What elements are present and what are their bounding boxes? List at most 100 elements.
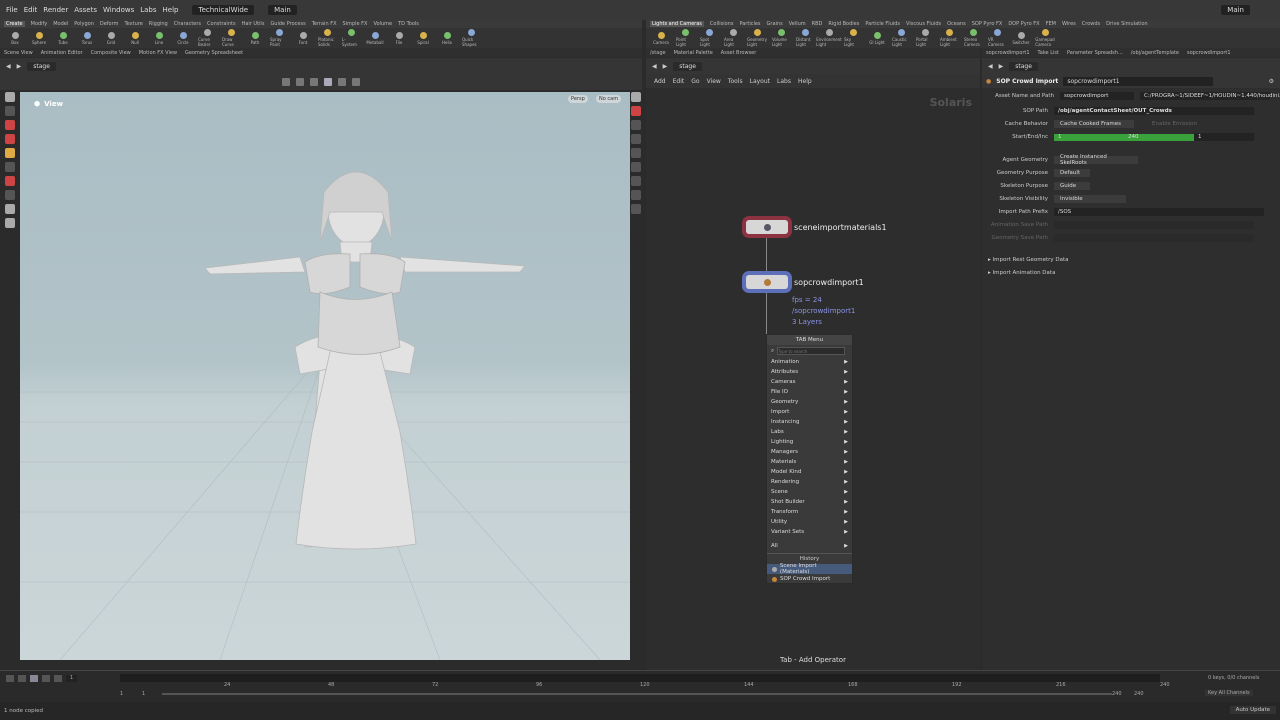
shelf-tool[interactable]: Quick Shapes (462, 29, 480, 47)
shelf-tab[interactable]: Viscous Fluids (906, 21, 941, 27)
shelf-tab[interactable]: Terrain FX (312, 21, 337, 27)
range-start[interactable]: 1 (120, 691, 123, 697)
pane-tab[interactable]: Take List (1038, 50, 1059, 56)
net-menu-add[interactable]: Add (654, 78, 666, 85)
shelf-tool[interactable]: Draw Curve (222, 29, 240, 47)
net-menu-tools[interactable]: Tools (728, 78, 743, 85)
sop-path-field[interactable]: /obj/agentContactSheet/OUT_Crowds (1054, 107, 1254, 115)
tab-menu-item[interactable]: Attributes ▶ (767, 367, 852, 377)
geometry-purpose-menu[interactable]: Default (1054, 169, 1090, 177)
shelf-tab[interactable]: Modify (31, 21, 48, 27)
end-field[interactable]: 240 (1124, 133, 1194, 141)
shelf-tool[interactable]: Area Light (724, 29, 742, 47)
back-icon[interactable]: ◀ (6, 63, 11, 70)
shelf-tab[interactable]: Drive Simulation (1106, 21, 1148, 27)
play-icon[interactable] (42, 675, 50, 682)
viewport-path[interactable]: stage (27, 61, 56, 71)
scene-viewport[interactable]: ⬢ View Persp No cam (20, 92, 630, 660)
render-region-icon[interactable] (5, 218, 15, 228)
tab-menu-item[interactable]: Shot Builder ▶ (767, 497, 852, 507)
net-menu-labs[interactable]: Labs (777, 78, 791, 85)
shelf-tab[interactable]: Particles (739, 21, 760, 27)
pane-tab[interactable]: Composite View (91, 50, 131, 56)
viewport-label[interactable]: ⬢ View (34, 100, 63, 108)
move-tool-icon[interactable] (5, 106, 15, 116)
pane-tab[interactable]: /stage (650, 50, 666, 56)
tab-menu-item[interactable]: Variant Sets ▶ (767, 527, 852, 537)
node-body[interactable] (746, 220, 788, 234)
first-frame-icon[interactable] (6, 675, 14, 682)
shelf-tool[interactable]: File (390, 31, 408, 45)
bounds-icon[interactable] (631, 190, 641, 200)
pose-icon[interactable] (296, 78, 304, 86)
shelf-tool[interactable]: Geometry Light (747, 29, 767, 47)
shelf-tab[interactable]: Grains (767, 21, 783, 27)
desktop-select[interactable]: TechnicalWide (192, 5, 255, 15)
select-tool-icon[interactable] (5, 92, 15, 102)
pane-tab[interactable]: sopcrowdimport1 (986, 50, 1030, 56)
net-menu-go[interactable]: Go (691, 78, 699, 85)
forward-icon[interactable]: ▶ (999, 63, 1004, 70)
shelf-tool[interactable]: Torus (78, 31, 96, 45)
shelf-tool[interactable]: Stereo Camera (964, 29, 982, 47)
right-context-select[interactable]: Main (1221, 5, 1250, 15)
tab-menu-item[interactable]: Instancing ▶ (767, 417, 852, 427)
node-name-field[interactable]: sopcrowdimport1 (1063, 76, 1214, 86)
rotate-tool-icon[interactable] (5, 120, 15, 130)
shelf-tool[interactable]: Spiral (414, 31, 432, 45)
shelf-tool[interactable]: Tube (54, 31, 72, 45)
prev-frame-icon[interactable] (18, 675, 26, 682)
node-body[interactable] (746, 275, 788, 289)
menu-assets[interactable]: Assets (74, 6, 97, 14)
last-frame-icon[interactable] (54, 675, 62, 682)
pane-tab[interactable]: Scene View (4, 50, 33, 56)
tab-menu-item-all[interactable]: All ▶ (767, 541, 852, 551)
shelf-tool[interactable]: Circle (174, 31, 192, 45)
shelf-tab[interactable]: Rigging (149, 21, 168, 27)
range-slider[interactable] (162, 693, 1112, 695)
tab-menu-item[interactable]: Managers ▶ (767, 447, 852, 457)
shelf-tool[interactable]: Spray Paint (270, 29, 288, 47)
tab-menu-item[interactable]: Import ▶ (767, 407, 852, 417)
menu-help[interactable]: Help (163, 6, 179, 14)
shaded-icon[interactable] (631, 134, 641, 144)
shelf-tool[interactable]: Volume Light (772, 29, 790, 47)
asset-path-field[interactable]: C:/PROGRA~1/SIDEEF~1/HOUDIN~1.440/houdin… (1140, 92, 1280, 100)
asset-name-field[interactable]: sopcrowdimport (1060, 92, 1134, 100)
net-menu-layout[interactable]: Layout (750, 78, 770, 85)
skeleton-visibility-menu[interactable]: Invisible (1054, 195, 1126, 203)
skeleton-purpose-menu[interactable]: Guide (1054, 182, 1090, 190)
shelf-tab[interactable]: Oceans (947, 21, 966, 27)
shelf-tool[interactable]: Point Light (676, 29, 694, 47)
forward-icon[interactable]: ▶ (17, 63, 22, 70)
pane-tab[interactable]: Geometry Spreadsheet (185, 50, 243, 56)
shelf-tool[interactable]: Camera (652, 31, 670, 45)
forward-icon[interactable]: ▶ (663, 63, 668, 70)
shelf-tool[interactable]: Distant Light (796, 29, 814, 47)
shelf-tool[interactable]: Ambient Light (940, 29, 958, 47)
tab-menu-item[interactable]: Lighting ▶ (767, 437, 852, 447)
menu-edit[interactable]: Edit (24, 6, 38, 14)
node-sopcrowdimport1[interactable]: sopcrowdimport1 (746, 275, 864, 289)
view-tool-icon[interactable] (5, 162, 15, 172)
shelf-tool[interactable]: Box (6, 31, 24, 45)
range-end2[interactable]: 240 (1134, 691, 1144, 697)
shelf-tool[interactable]: L-System (342, 29, 360, 47)
shelf-tab[interactable]: DOP Pyro FX (1008, 21, 1039, 27)
section-import-anim[interactable]: ▸ Import Animation Data (988, 270, 1055, 276)
pane-tab[interactable]: /obj/agentTemplate (1131, 50, 1179, 56)
shelf-tab[interactable]: Simple FX (343, 21, 368, 27)
shelf-tab[interactable]: Model (53, 21, 68, 27)
camera-button[interactable]: No cam (596, 95, 622, 103)
pane-tab[interactable]: Motion FX View (139, 50, 177, 56)
tab-menu-item[interactable]: Model Kind ▶ (767, 467, 852, 477)
tab-menu-item[interactable]: Utility ▶ (767, 517, 852, 527)
wireframe-icon[interactable] (631, 120, 641, 130)
pane-tab[interactable]: Parameter Spreadsh... (1067, 50, 1123, 56)
shelf-tool[interactable]: Switcher (1012, 31, 1030, 45)
shelf-tab[interactable]: FEM (1046, 21, 1056, 27)
context-select[interactable]: Main (268, 5, 297, 15)
cache-behavior-menu[interactable]: Cache Cooked Frames (1054, 120, 1134, 128)
gear-icon[interactable]: ⚙ (1269, 78, 1274, 85)
range-end[interactable]: 240 (1112, 691, 1122, 697)
